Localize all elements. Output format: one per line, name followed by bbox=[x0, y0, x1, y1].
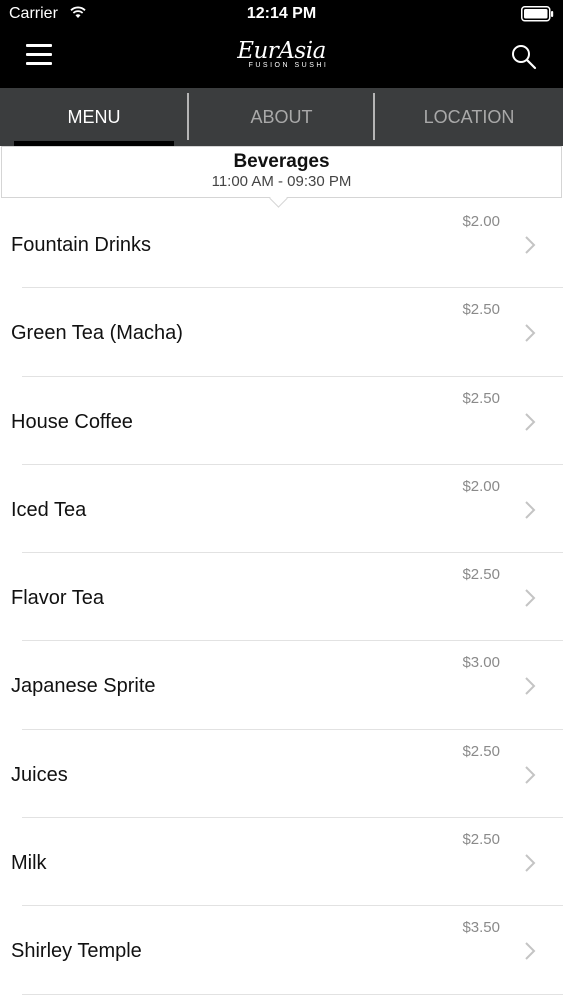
section-title: Beverages bbox=[233, 151, 330, 172]
tab-bar: MENU ABOUT LOCATION bbox=[0, 88, 563, 146]
item-name: Juices bbox=[11, 763, 68, 786]
tab-location[interactable]: LOCATION bbox=[375, 88, 563, 146]
logo-sub: FUSION SUSHI bbox=[248, 62, 329, 69]
item-name: Shirley Temple bbox=[11, 940, 142, 963]
item-price: $2.50 bbox=[462, 742, 500, 760]
item-name: Flavor Tea bbox=[11, 587, 105, 610]
chevron-right-icon bbox=[524, 235, 536, 260]
item-price: $2.50 bbox=[462, 831, 500, 849]
menu-item[interactable]: Milk $2.50 bbox=[0, 818, 563, 907]
section-header: Beverages 11:00 AM - 09:30 PM bbox=[1, 146, 562, 198]
chevron-right-icon bbox=[524, 765, 536, 790]
chevron-right-icon bbox=[524, 323, 536, 348]
chevron-right-icon bbox=[524, 588, 536, 613]
menu-item[interactable]: Green Tea (Macha) $2.50 bbox=[0, 288, 563, 377]
menu-item[interactable]: Iced Tea $2.00 bbox=[0, 465, 563, 554]
item-name: Green Tea (Macha) bbox=[11, 322, 183, 345]
chevron-right-icon bbox=[524, 412, 536, 437]
chevron-right-icon bbox=[524, 500, 536, 525]
app-header: Carrier 12:14 PM EurAsia FUSION SUSHI bbox=[0, 0, 563, 88]
battery-icon bbox=[521, 6, 554, 22]
section-hours: 11:00 AM - 09:30 PM bbox=[211, 173, 352, 190]
logo-main: EurAsia bbox=[237, 38, 326, 64]
row-divider bbox=[22, 993, 563, 995]
tab-about[interactable]: ABOUT bbox=[189, 88, 374, 146]
status-time: 12:14 PM bbox=[246, 5, 317, 22]
item-name: Fountain Drinks bbox=[11, 234, 152, 256]
menu-item[interactable]: Fountain Drinks $2.00 bbox=[0, 200, 563, 289]
search-icon[interactable] bbox=[511, 44, 537, 75]
chevron-right-icon bbox=[524, 941, 536, 966]
item-name: Japanese Sprite bbox=[11, 675, 156, 698]
item-price: $3.00 bbox=[462, 654, 500, 672]
item-price: $2.50 bbox=[462, 566, 500, 584]
menu-item-list: Fountain Drinks $2.00 Green Tea (Macha) … bbox=[0, 200, 563, 995]
item-name: House Coffee bbox=[11, 410, 133, 433]
item-price: $3.50 bbox=[462, 919, 500, 937]
menu-item[interactable]: House Coffee $2.50 bbox=[0, 377, 563, 465]
item-price: $2.50 bbox=[462, 389, 500, 407]
item-price: $2.50 bbox=[462, 301, 500, 319]
item-name: Milk bbox=[11, 852, 47, 875]
chevron-right-icon bbox=[524, 853, 536, 878]
eurasia-logo: EurAsia FUSION SUSHI bbox=[0, 40, 563, 70]
menu-item[interactable]: Shirley Temple $3.50 bbox=[0, 906, 563, 995]
menu-item[interactable]: Japanese Sprite $3.00 bbox=[0, 641, 563, 730]
menu-item[interactable]: Juices $2.50 bbox=[0, 730, 563, 819]
item-price: $2.00 bbox=[462, 477, 500, 495]
item-price: $2.00 bbox=[462, 213, 500, 230]
item-name: Iced Tea bbox=[11, 498, 87, 521]
tab-menu[interactable]: MENU bbox=[0, 88, 188, 146]
chevron-right-icon bbox=[524, 676, 536, 701]
menu-item[interactable]: Flavor Tea $2.50 bbox=[0, 553, 563, 642]
